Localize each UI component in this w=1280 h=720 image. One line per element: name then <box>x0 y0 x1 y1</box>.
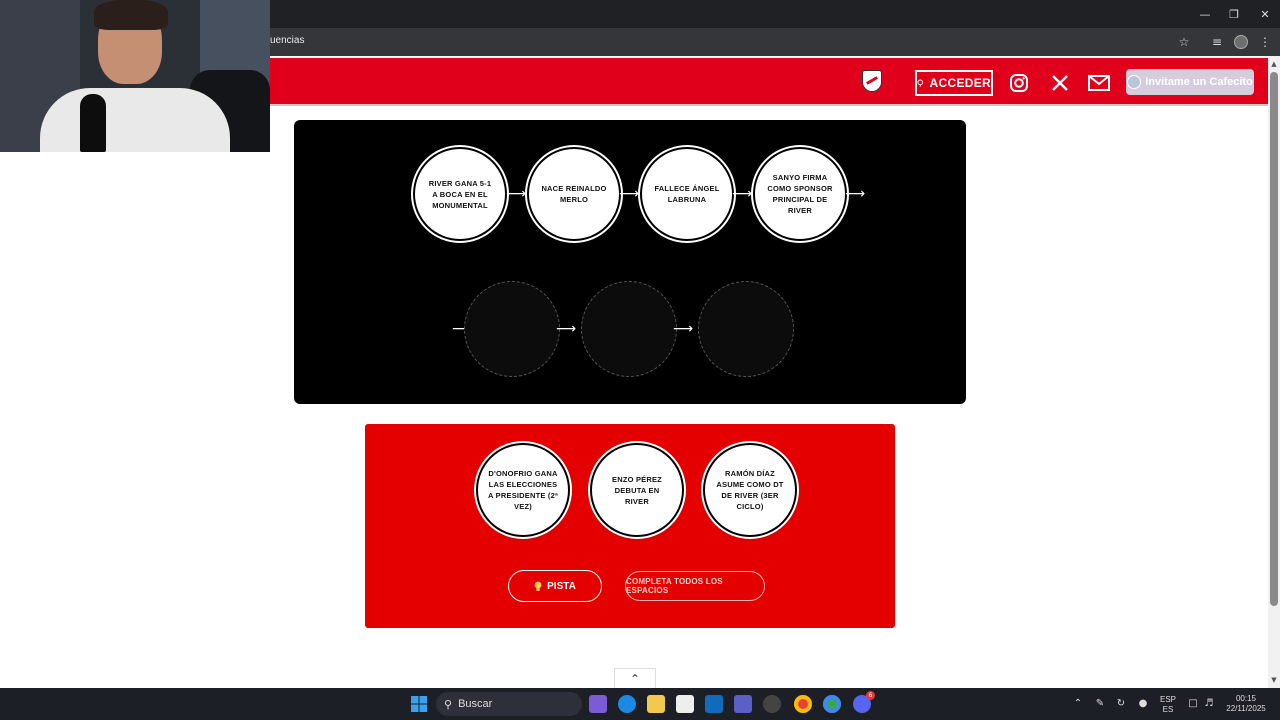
cafecito-label: Invitame un Cafecito <box>1145 76 1253 88</box>
pista-button[interactable]: PISTA <box>508 570 602 602</box>
scroll-up-icon[interactable]: ▲ <box>1268 58 1280 70</box>
cafecito-button[interactable]: Invitame un Cafecito <box>1126 69 1254 95</box>
completa-label: COMPLETA TODOS LOS ESPACIOS <box>626 577 723 595</box>
language-line-1: ESP <box>1159 695 1176 704</box>
chrome-icon[interactable] <box>794 695 812 713</box>
timeline-event-label: RIVER GANA 5-1 A BOCA EN EL MONUMENTAL <box>428 178 492 210</box>
outlook-icon[interactable] <box>705 695 723 713</box>
lightbulb-icon <box>534 581 542 591</box>
pen-icon[interactable]: ✎ <box>1093 696 1107 710</box>
copilot-icon[interactable] <box>589 695 607 713</box>
page-scrollbar[interactable]: ▲ ▼ <box>1268 56 1280 688</box>
chrome-active-icon[interactable] <box>823 695 841 713</box>
option-card[interactable]: RAMÓN DÍAZ ASUME COMO DT DE RIVER (3ER C… <box>705 445 795 535</box>
empty-drop-slot[interactable] <box>581 281 677 377</box>
option-card[interactable]: ENZO PÉREZ DEBUTA EN RIVER <box>592 445 682 535</box>
clock-time: 00:15 <box>1235 694 1257 703</box>
volume-icon[interactable]: ♬ <box>1202 696 1216 710</box>
arrow-right-icon: ⟶ <box>673 321 694 337</box>
arrow-right-icon: ⟶ <box>619 186 640 202</box>
windows-start-icon[interactable] <box>410 695 428 713</box>
restore-icon[interactable]: ❐ <box>1219 0 1249 28</box>
file-explorer-icon[interactable] <box>647 695 665 713</box>
empty-drop-slot[interactable] <box>464 281 560 377</box>
timeline-event[interactable]: FALLECE ÁNGEL LABRUNA <box>642 149 732 239</box>
option-card-label: D'ONOFRIO GANA LAS ELECCIONES A PRESIDEN… <box>488 469 558 511</box>
option-card-label: RAMÓN DÍAZ ASUME COMO DT DE RIVER (3ER C… <box>716 469 784 511</box>
option-card-label: ENZO PÉREZ DEBUTA EN RIVER <box>612 474 662 506</box>
arrow-right-icon: ⟶ <box>845 186 866 202</box>
timeline-event-label: NACE REINALDO MERLO <box>541 184 607 204</box>
cafecito-icon <box>1127 75 1142 89</box>
login-icon <box>917 79 924 87</box>
language-indicator[interactable]: ESP ES <box>1158 695 1178 715</box>
scroll-down-icon[interactable]: ▼ <box>1268 674 1280 686</box>
profile-avatar-icon[interactable] <box>1232 33 1250 51</box>
timeline-panel: RIVER GANA 5-1 A BOCA EN EL MONUMENTAL ⟶… <box>294 120 966 404</box>
timeline-event-label: FALLECE ÁNGEL LABRUNA <box>654 184 720 204</box>
club-crest-icon[interactable] <box>862 70 882 92</box>
settings-icon[interactable] <box>763 695 781 713</box>
options-panel: D'ONOFRIO GANA LAS ELECCIONES A PRESIDEN… <box>365 424 895 628</box>
chevron-up-icon: ⌃ <box>629 672 641 686</box>
mic-icon[interactable]: ● <box>1136 696 1150 710</box>
taskbar: ⚲ Buscar 6 ⌃ ✎ ↻ ● ESP ES □ ♬ 00:15 22/1… <box>0 688 1280 720</box>
instagram-icon[interactable] <box>1007 71 1031 95</box>
browser-menu-icon[interactable]: ⋮ <box>1256 33 1274 51</box>
notification-badge: 6 <box>866 691 875 700</box>
close-icon[interactable]: ✕ <box>1250 0 1280 28</box>
acceder-button[interactable]: ACCEDER <box>915 70 993 96</box>
store-icon[interactable] <box>676 695 694 713</box>
network-icon[interactable]: □ <box>1186 696 1200 710</box>
minimize-icon[interactable]: — <box>1190 0 1220 28</box>
arrow-right-icon: ⟶ <box>506 186 527 202</box>
search-icon: ⚲ <box>444 698 453 711</box>
timeline-event[interactable]: RIVER GANA 5-1 A BOCA EN EL MONUMENTAL <box>415 149 505 239</box>
clock[interactable]: 00:15 22/11/2025 <box>1222 694 1270 714</box>
arrow-right-icon: ⟶ <box>732 186 753 202</box>
completa-button[interactable]: COMPLETA TODOS LOS ESPACIOS <box>625 571 765 601</box>
teams-icon[interactable] <box>734 695 752 713</box>
taskbar-search[interactable]: ⚲ Buscar <box>436 692 582 716</box>
timeline-event[interactable]: SANYO FIRMA COMO SPONSOR PRINCIPAL DE RI… <box>755 149 845 239</box>
microphone-icon <box>80 94 106 152</box>
language-line-2: ES <box>1162 705 1174 714</box>
discord-icon[interactable]: 6 <box>853 691 875 713</box>
url-text[interactable]: uencias <box>270 35 304 46</box>
option-card[interactable]: D'ONOFRIO GANA LAS ELECCIONES A PRESIDEN… <box>478 445 568 535</box>
webcam-overlay <box>0 0 270 152</box>
media-controls-icon[interactable]: ≡ <box>1208 33 1226 51</box>
scrollbar-thumb[interactable] <box>1270 72 1278 606</box>
arrow-right-icon: ⟶ <box>556 321 577 337</box>
empty-drop-slot[interactable] <box>698 281 794 377</box>
bookmark-star-icon[interactable]: ☆ <box>1175 33 1193 51</box>
x-icon[interactable] <box>1048 71 1072 95</box>
clock-date: 22/11/2025 <box>1226 704 1266 713</box>
taskbar-search-label: Buscar <box>458 698 493 710</box>
scroll-top-button[interactable]: ⌃ <box>614 668 656 688</box>
mail-icon[interactable] <box>1087 71 1111 95</box>
sync-icon[interactable]: ↻ <box>1114 696 1128 710</box>
acceder-label: ACCEDER <box>929 76 991 90</box>
pista-label: PISTA <box>547 580 576 592</box>
edge-icon[interactable] <box>618 695 636 713</box>
chevron-up-icon[interactable]: ⌃ <box>1071 696 1085 710</box>
timeline-event[interactable]: NACE REINALDO MERLO <box>529 149 619 239</box>
timeline-event-label: SANYO FIRMA COMO SPONSOR PRINCIPAL DE RI… <box>767 173 833 215</box>
